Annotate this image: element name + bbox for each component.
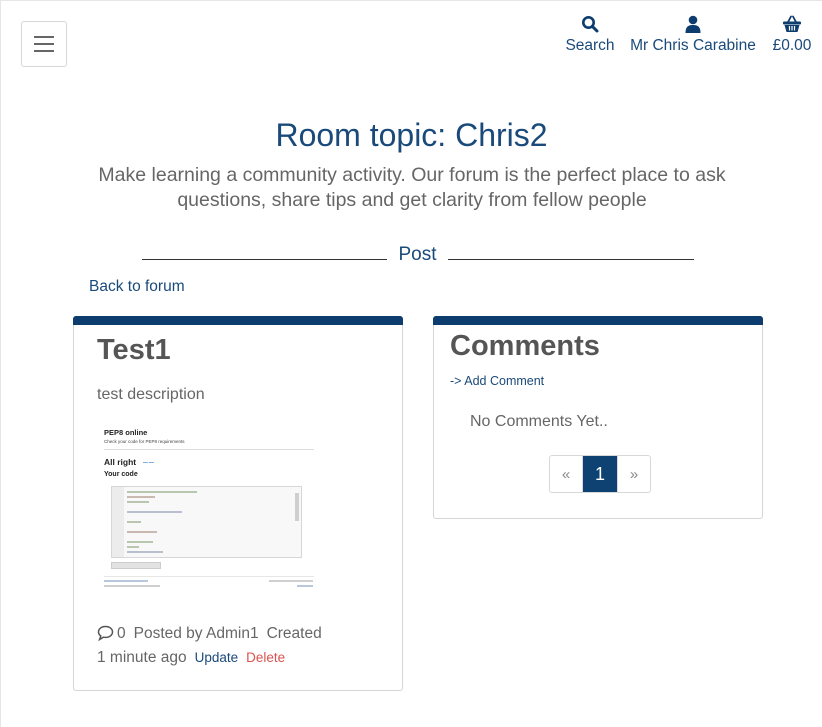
pagination-next-button[interactable]: » <box>617 456 650 492</box>
nav-search[interactable]: Search <box>564 15 616 55</box>
image-result-links: ━━ ━━ <box>143 460 154 465</box>
image-footer-line <box>104 576 314 577</box>
update-post-link[interactable]: Update <box>195 650 239 665</box>
post-image[interactable]: PEP8 online Check your code for PEP8 req… <box>101 424 319 594</box>
image-code-line <box>127 546 139 548</box>
image-subheading: Check your code for PEP8 requirements <box>104 439 185 444</box>
delete-post-link[interactable]: Delete <box>246 650 285 665</box>
user-name-label: Mr Chris Carabine <box>630 37 756 54</box>
posted-by: Posted by Admin1 <box>133 625 259 642</box>
comment-icon <box>97 625 114 641</box>
image-footer-text <box>104 580 148 582</box>
card-accent-bar <box>433 316 763 325</box>
image-code-line <box>127 511 182 513</box>
comments-card: Comments -> Add Comment No Comments Yet.… <box>433 316 763 519</box>
image-code-label: Your code <box>104 471 138 478</box>
hamburger-menu-button[interactable] <box>21 21 67 67</box>
page-subtitle: Make learning a community activity. Our … <box>98 164 726 211</box>
image-code-line <box>127 491 197 493</box>
image-code-scrollbar <box>295 493 299 521</box>
no-comments-message: No Comments Yet.. <box>470 413 608 430</box>
image-code-line <box>127 501 149 503</box>
image-footer-text <box>297 585 313 587</box>
comments-title: Comments <box>450 330 600 362</box>
page: Search Mr Chris Carabine £0.00 Room topi… <box>0 0 822 727</box>
card-accent-bar <box>73 316 403 325</box>
menu-bar-icon <box>34 36 54 38</box>
image-code-line <box>127 541 153 543</box>
basket-icon <box>783 15 801 32</box>
image-check-button <box>111 562 161 569</box>
comments-pagination: « 1 » <box>549 455 651 493</box>
image-result: All right <box>104 457 137 467</box>
menu-bar-icon <box>34 50 54 52</box>
search-label: Search <box>565 37 615 54</box>
pagination-page-1[interactable]: 1 <box>583 456 617 492</box>
image-divider <box>104 449 314 450</box>
post-title: Test1 <box>97 334 171 366</box>
image-code-editor <box>111 486 302 558</box>
image-code-line <box>127 521 141 523</box>
image-code-gutter <box>112 487 124 557</box>
created-label: Created <box>266 625 322 642</box>
search-icon <box>582 16 599 33</box>
page-title: Room topic: Chris2 <box>275 117 548 153</box>
basket-total-label: £0.00 <box>772 37 812 54</box>
nav-basket[interactable]: £0.00 <box>771 15 813 55</box>
divider-line-left <box>142 259 387 260</box>
back-to-forum-link[interactable]: Back to forum <box>89 278 185 296</box>
post-card: Test1 test description PEP8 online Check… <box>73 316 403 691</box>
comment-count: 0 <box>117 625 126 642</box>
image-heading: PEP8 online <box>104 428 148 437</box>
menu-bar-icon <box>34 43 54 45</box>
image-code-line <box>127 531 157 533</box>
post-meta: 0 Posted by Admin1 Created 1 minute ago Upd… <box>97 622 387 670</box>
image-footer-text <box>269 580 313 582</box>
user-icon <box>685 15 701 33</box>
add-comment-link[interactable]: -> Add Comment <box>450 374 544 388</box>
divider-line-right <box>448 259 694 260</box>
image-footer-text <box>104 585 160 587</box>
created-time: 1 minute ago <box>97 649 187 666</box>
image-code-line <box>127 551 163 553</box>
post-description: test description <box>97 386 205 403</box>
image-code-line <box>127 496 155 498</box>
pagination-prev-button[interactable]: « <box>550 456 583 492</box>
nav-user-account[interactable]: Mr Chris Carabine <box>630 15 756 55</box>
section-divider-label: Post <box>398 244 437 265</box>
